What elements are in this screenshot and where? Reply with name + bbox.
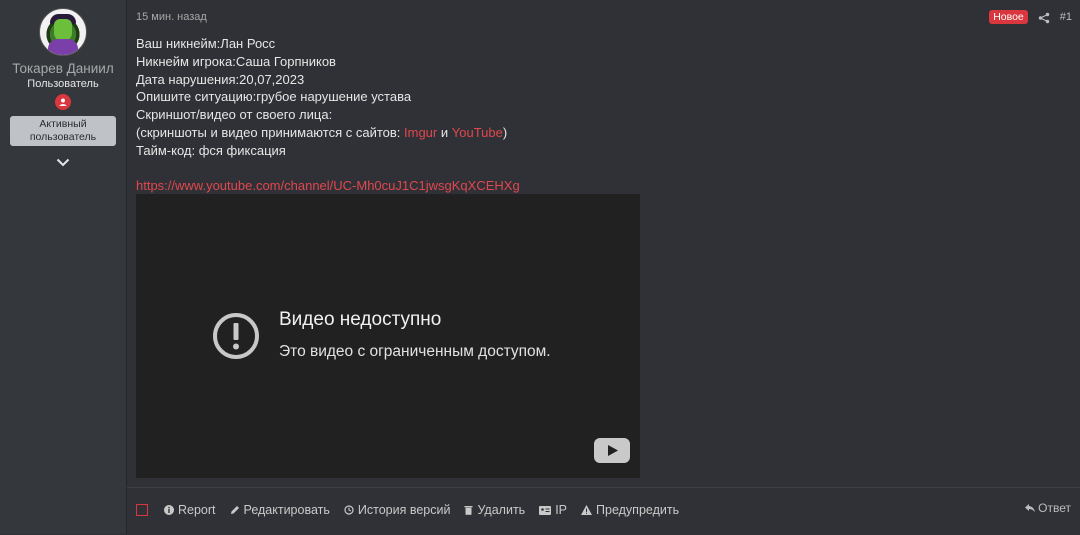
user-banner: Активный пользователь xyxy=(10,116,116,146)
id-card-icon xyxy=(539,505,552,515)
video-unavailable-subtitle: Это видео с ограниченным доступом. xyxy=(279,343,551,360)
post-footer: Report Редактировать История версий Удал… xyxy=(127,487,1080,535)
history-label: История версий xyxy=(357,503,451,517)
history-icon xyxy=(344,505,354,515)
delete-button[interactable]: Удалить xyxy=(464,503,525,517)
select-checkbox[interactable] xyxy=(136,504,148,516)
info-circle-icon xyxy=(164,505,174,515)
report-label: Report xyxy=(178,503,216,517)
post-line: Дата нарушения:20,07,2023 xyxy=(136,71,305,87)
ip-button[interactable]: IP xyxy=(539,503,567,517)
edit-label: Редактировать xyxy=(243,503,330,517)
post-main: 15 мин. назад Новое #1 Ваш никнейм:Лан Р… xyxy=(127,0,1080,534)
sources-prefix: (скриншоты и видео принимаются с сайтов: xyxy=(136,124,405,140)
history-button[interactable]: История версий xyxy=(344,503,451,517)
warn-button[interactable]: Предупредить xyxy=(581,503,679,517)
post-meta-right: Новое #1 xyxy=(989,10,1072,24)
new-badge: Новое xyxy=(989,10,1028,24)
post-actions: Report Редактировать История версий Удал… xyxy=(136,503,693,517)
post-line: Опишите ситуацию:грубое нарушение устава xyxy=(136,89,412,105)
youtube-play-icon[interactable] xyxy=(594,438,630,463)
post-line-timecode: Тайм-код: фся фиксация xyxy=(136,142,286,158)
forum-post: Токарев Даниил Пользователь Активный пол… xyxy=(0,0,1080,534)
reply-icon xyxy=(1025,503,1036,512)
post-line: Скриншот/видео от своего лица: xyxy=(136,107,333,123)
reply-label: Ответ xyxy=(1038,501,1071,515)
warn-label: Предупредить xyxy=(596,503,680,517)
user-info-panel: Токарев Даниил Пользователь Активный пол… xyxy=(0,0,127,534)
youtube-link[interactable]: YouTube xyxy=(452,125,503,140)
sources-and: и xyxy=(437,124,452,140)
chevron-down-icon[interactable] xyxy=(55,156,71,168)
warning-icon xyxy=(213,313,259,359)
video-embed[interactable]: Видео недоступно Это видео с ограниченны… xyxy=(136,194,640,478)
post-line: Никнейм игрока:Саша Горпников xyxy=(136,53,336,69)
pencil-icon xyxy=(230,506,239,514)
delete-label: Удалить xyxy=(477,503,526,517)
post-timestamp[interactable]: 15 мин. назад xyxy=(136,11,207,23)
post-number[interactable]: #1 xyxy=(1060,11,1072,23)
video-unavailable-title: Видео недоступно xyxy=(279,309,442,330)
youtube-channel-link[interactable]: https://www.youtube.com/channel/UC-Mh0cu… xyxy=(136,178,520,193)
share-icon[interactable] xyxy=(1038,11,1050,24)
sources-suffix: ) xyxy=(502,124,508,140)
post-line-sources: (скриншоты и видео принимаются с сайтов:… xyxy=(136,124,520,142)
avatar[interactable] xyxy=(39,8,87,56)
role-badge-icon xyxy=(55,94,71,110)
report-button[interactable]: Report xyxy=(164,503,216,517)
username[interactable]: Токарев Даниил xyxy=(12,61,113,76)
edit-button[interactable]: Редактировать xyxy=(230,503,330,517)
post-line: Ваш никнейм:Лан Росс xyxy=(136,36,276,51)
user-title: Пользователь xyxy=(27,78,99,90)
ip-label: IP xyxy=(555,503,568,517)
trash-icon xyxy=(464,506,473,515)
reply-button[interactable]: Ответ xyxy=(1025,501,1071,515)
post-body: Ваш никнейм:Лан Росс Никнейм игрока:Саша… xyxy=(136,35,520,194)
warning-triangle-icon xyxy=(581,505,593,515)
imgur-link[interactable]: Imgur xyxy=(404,125,437,140)
